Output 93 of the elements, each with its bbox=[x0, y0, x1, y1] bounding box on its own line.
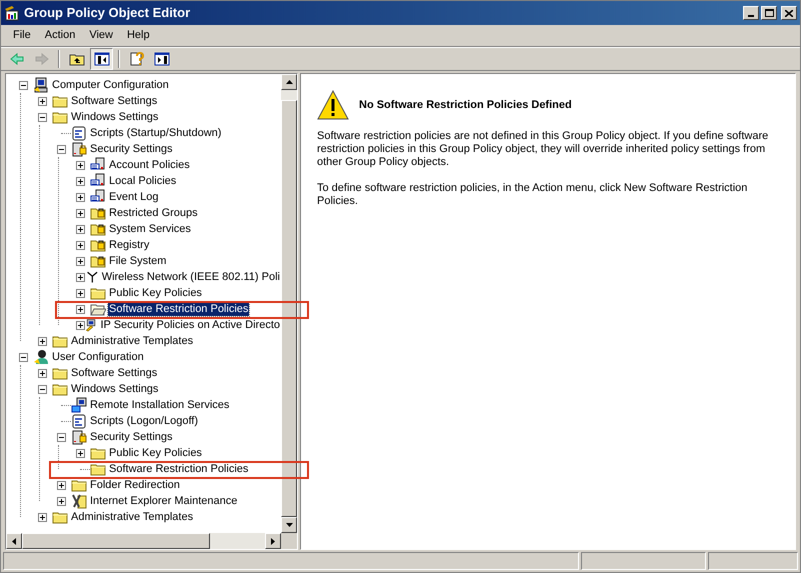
tree-item[interactable]: Security Settings bbox=[89, 142, 174, 156]
expand-toggle[interactable] bbox=[76, 240, 85, 250]
tree-item[interactable]: Security Settings bbox=[89, 430, 174, 444]
scrollbar-corner bbox=[281, 533, 297, 549]
collapse-toggle[interactable] bbox=[19, 80, 28, 90]
expand-toggle[interactable] bbox=[76, 288, 85, 298]
close-button[interactable] bbox=[781, 6, 797, 20]
close-icon bbox=[785, 10, 793, 16]
expand-toggle[interactable] bbox=[76, 448, 85, 458]
scroll-left-button[interactable] bbox=[6, 533, 22, 549]
tree-item[interactable]: Windows Settings bbox=[70, 382, 160, 396]
tree-item[interactable]: System Services bbox=[108, 222, 192, 236]
tree-item[interactable]: Wireless Network (IEEE 802.11) Poli bbox=[100, 270, 281, 284]
tree-item[interactable]: Software Restriction Policies bbox=[108, 302, 250, 316]
remote-computer-icon bbox=[71, 397, 87, 413]
tree-item[interactable]: Scripts (Logon/Logoff) bbox=[89, 414, 200, 428]
up-arrow-icon bbox=[286, 80, 292, 84]
tree-pane-icon bbox=[94, 51, 110, 67]
menu-item[interactable]: View bbox=[83, 25, 119, 46]
window-title: Group Policy Object Editor bbox=[24, 4, 190, 22]
expand-toggle[interactable] bbox=[57, 480, 66, 490]
computer-icon bbox=[33, 77, 49, 93]
expand-toggle[interactable] bbox=[38, 368, 47, 378]
antenna-icon bbox=[86, 269, 99, 285]
expand-toggle[interactable] bbox=[76, 272, 85, 282]
description-paragraph: To define software restriction policies, in the Action menu, click New Software Restriction Policies. bbox=[317, 182, 748, 208]
expand-toggle[interactable] bbox=[38, 512, 47, 522]
tree-item[interactable]: File System bbox=[108, 254, 168, 268]
scroll-thumb[interactable] bbox=[22, 533, 210, 549]
tree-item[interactable]: User Configuration bbox=[51, 350, 145, 364]
tree-item[interactable]: Public Key Policies bbox=[108, 446, 203, 460]
tree-item[interactable]: Event Log bbox=[108, 190, 160, 204]
tree-item[interactable]: Folder Redirection bbox=[89, 478, 181, 492]
expand-toggle[interactable] bbox=[76, 304, 85, 314]
collapse-toggle[interactable] bbox=[57, 432, 66, 442]
tree-item[interactable]: Local Policies bbox=[108, 174, 178, 188]
warning-icon bbox=[317, 90, 349, 120]
expand-toggle[interactable] bbox=[76, 256, 85, 266]
forward-arrow-icon bbox=[34, 51, 50, 67]
tree-item[interactable]: Administrative Templates bbox=[70, 334, 194, 348]
tree-item[interactable]: Administrative Templates bbox=[70, 510, 194, 524]
tree-item[interactable]: Scripts (Startup/Shutdown) bbox=[89, 126, 222, 140]
back-arrow-icon bbox=[8, 51, 24, 67]
script-icon bbox=[71, 125, 87, 141]
app-icon bbox=[4, 5, 20, 21]
menu-item[interactable]: File bbox=[7, 25, 37, 46]
tree-item[interactable]: Software Restriction Policies bbox=[108, 462, 250, 476]
tree-item[interactable]: Account Policies bbox=[108, 158, 191, 172]
menu-item[interactable]: Help bbox=[120, 25, 156, 46]
expand-toggle[interactable] bbox=[76, 176, 85, 186]
tree-item[interactable]: IP Security Policies on Active Directo bbox=[99, 318, 281, 332]
expand-toggle[interactable] bbox=[76, 160, 85, 170]
collapse-toggle[interactable] bbox=[38, 384, 47, 394]
description-paragraph: Software restriction policies are not defined in this Group Policy object. If you define software restriction policies in this Group Policy object, they will override inherited policy settings from other Group Policy objects. bbox=[317, 130, 769, 169]
tree-item[interactable]: Registry bbox=[108, 238, 150, 252]
expand-toggle[interactable] bbox=[76, 192, 85, 202]
right-arrow-icon bbox=[271, 538, 275, 544]
expand-toggle[interactable] bbox=[38, 336, 47, 346]
tree-item[interactable]: Software Settings bbox=[70, 94, 158, 108]
lock-server-icon bbox=[71, 429, 87, 445]
scroll-down-button[interactable] bbox=[281, 517, 297, 533]
tree-item[interactable]: Restricted Groups bbox=[108, 206, 199, 220]
toolbar-button[interactable] bbox=[90, 48, 113, 70]
expand-toggle[interactable] bbox=[76, 208, 85, 218]
user-icon bbox=[33, 349, 49, 365]
collapse-toggle[interactable] bbox=[38, 112, 47, 122]
left-arrow-icon bbox=[12, 538, 16, 544]
tree-item[interactable]: Remote Installation Services bbox=[89, 398, 230, 412]
action-pane-icon bbox=[154, 51, 170, 67]
tree-item[interactable]: Software Settings bbox=[70, 366, 158, 380]
tree-item[interactable]: Internet Explorer Maintenance bbox=[89, 494, 238, 508]
horizontal-scrollbar[interactable] bbox=[6, 533, 281, 549]
menu-item[interactable]: Action bbox=[38, 25, 82, 46]
collapse-toggle[interactable] bbox=[19, 352, 28, 362]
collapse-toggle[interactable] bbox=[57, 144, 66, 154]
network-lock-icon bbox=[85, 317, 98, 333]
tree-item[interactable]: Public Key Policies bbox=[108, 286, 203, 300]
minimize-button[interactable] bbox=[743, 6, 759, 20]
scroll-right-button[interactable] bbox=[265, 533, 281, 549]
help-icon bbox=[128, 51, 144, 67]
expand-toggle[interactable] bbox=[76, 224, 85, 234]
down-arrow-icon bbox=[286, 523, 292, 528]
expand-toggle[interactable] bbox=[38, 96, 47, 106]
expand-toggle[interactable] bbox=[57, 496, 66, 506]
maximize-button[interactable] bbox=[761, 6, 777, 20]
scroll-up-button[interactable] bbox=[281, 74, 297, 90]
tree-item[interactable]: Computer Configuration bbox=[51, 78, 170, 92]
script-icon bbox=[71, 413, 87, 429]
lock-server-icon bbox=[71, 141, 87, 157]
tree-item[interactable]: Windows Settings bbox=[70, 110, 160, 124]
details-title: No Software Restriction Policies Defined bbox=[359, 98, 572, 113]
expand-toggle[interactable] bbox=[76, 320, 85, 330]
tools-icon bbox=[71, 493, 87, 509]
